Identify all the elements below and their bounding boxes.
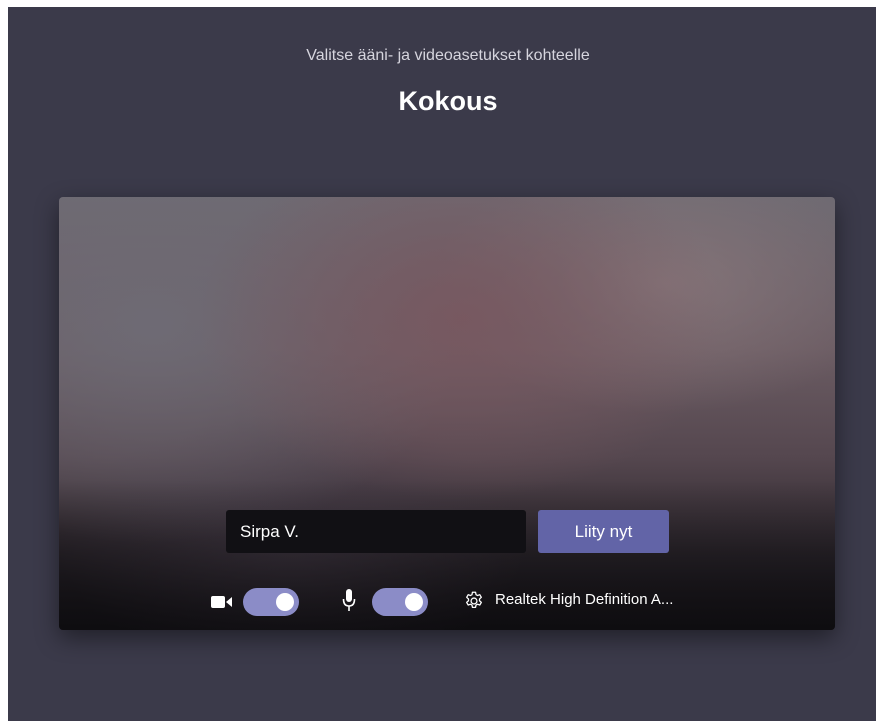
meeting-title: Kokous [398,86,498,116]
camera-toggle-knob [276,593,294,611]
join-now-button[interactable]: Liity nyt [538,510,669,553]
media-controls: Realtek High Definition A... [59,584,835,620]
prejoin-subtitle: Valitse ääni- ja videoasetukset kohteell… [306,47,590,64]
camera-preview: Liity nyt Rea [59,197,835,630]
video-camera-icon[interactable] [211,595,233,609]
microphone-toggle[interactable] [372,588,428,616]
meeting-prejoin-screen: Valitse ääni- ja videoasetukset kohteell… [8,7,876,721]
audio-device-label[interactable]: Realtek High Definition A... [495,591,673,608]
microphone-toggle-knob [405,593,423,611]
microphone-icon[interactable] [342,589,356,613]
gear-icon[interactable] [463,590,485,612]
display-name-input[interactable] [226,510,526,553]
camera-toggle[interactable] [243,588,299,616]
